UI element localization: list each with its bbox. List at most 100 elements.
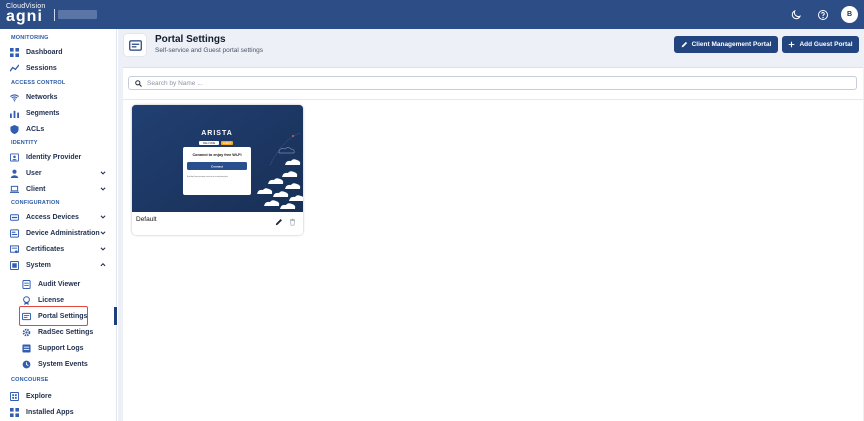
id-card-icon — [10, 152, 19, 162]
sidebar-item-label: Certificates — [26, 245, 65, 253]
sidebar-item-acls[interactable]: ACLs — [10, 122, 106, 136]
pencil-icon — [681, 41, 687, 48]
org-name-redacted[interactable] — [58, 10, 97, 19]
plus-icon — [789, 41, 795, 48]
dashboard-icon — [10, 47, 19, 57]
access-device-icon — [10, 213, 19, 222]
sidebar-item-label: Client — [26, 185, 46, 193]
sidebar-item-label: User — [26, 169, 42, 177]
sidebar-item-license[interactable]: License — [22, 293, 106, 307]
sidebar-item-system[interactable]: System — [10, 258, 106, 272]
sidebar-item-label: Explore — [26, 392, 52, 400]
license-icon — [22, 295, 31, 305]
preview-connect-button: Connect — [211, 164, 223, 168]
sidebar-item-audit-viewer[interactable]: Audit Viewer — [22, 277, 106, 291]
chevron-down-icon — [100, 215, 106, 219]
moon-icon[interactable] — [790, 9, 802, 21]
sidebar-item-label: Dashboard — [26, 48, 63, 56]
sidebar-item-system-events[interactable]: System Events — [22, 357, 106, 371]
preview-badge: GUEST — [223, 142, 232, 145]
sidebar-item-identity-provider[interactable]: Identity Provider — [10, 150, 106, 164]
client-management-portal-button[interactable]: Client Management Portal — [674, 36, 778, 53]
sidebar-item-segments[interactable]: Segments — [10, 106, 106, 120]
sidebar-item-label: System Events — [38, 360, 88, 368]
sidebar-item-certificates[interactable]: Certificates — [10, 242, 106, 256]
search-icon — [135, 79, 142, 87]
system-icon — [10, 260, 19, 270]
section-label-identity: IDENTITY — [11, 140, 38, 146]
preview-logo: ARISTA — [201, 130, 233, 137]
user-avatar[interactable]: B — [841, 6, 858, 23]
chevron-down-icon — [100, 247, 106, 251]
certificate-icon — [10, 244, 19, 254]
trash-icon[interactable] — [289, 218, 296, 226]
sidebar-item-label: Segments — [26, 109, 60, 117]
portal-card-name: Default — [136, 216, 157, 223]
page-title: Portal Settings — [155, 34, 226, 45]
sidebar-item-label: System — [26, 261, 51, 269]
sidebar-item-label: Installed Apps — [26, 408, 74, 416]
gear-icon — [22, 328, 31, 337]
divider — [123, 99, 863, 100]
chevron-down-icon — [100, 171, 106, 175]
user-icon — [10, 169, 19, 178]
search-input[interactable] — [147, 79, 827, 87]
sidebar-item-support-logs[interactable]: Support Logs — [22, 341, 106, 355]
sidebar-item-label: Device Administration — [26, 229, 100, 237]
section-label-configuration: CONFIGURATION — [11, 200, 60, 206]
section-label-monitoring: MONITORING — [11, 35, 49, 41]
sidebar-item-label: Networks — [26, 93, 58, 101]
sidebar-item-device-administration[interactable]: Device Administration — [10, 226, 106, 240]
sidebar-item-label: Audit Viewer — [38, 280, 81, 288]
apps-icon — [10, 407, 19, 417]
sidebar-item-dashboard[interactable]: Dashboard — [10, 45, 106, 59]
preview-heading: Connect to enjoy free Wi-Fi — [192, 153, 241, 157]
sidebar-item-client[interactable]: Client — [10, 182, 106, 196]
sidebar-item-label: Support Logs — [38, 344, 84, 352]
page-subtitle: Self-service and Guest portal settings — [155, 47, 264, 54]
shield-icon — [10, 124, 19, 134]
trend-line-icon — [10, 63, 19, 73]
brand-divider — [54, 9, 55, 21]
add-guest-portal-label: Add Guest Portal — [799, 41, 853, 48]
add-guest-portal-button[interactable]: Add Guest Portal — [782, 36, 859, 53]
section-label-concourse: CONCOURSE — [11, 377, 49, 383]
chevron-down-icon — [100, 187, 106, 191]
segments-icon — [10, 109, 19, 118]
device-admin-icon — [10, 228, 19, 238]
portal-settings-icon — [124, 34, 146, 56]
top-bar: CloudVision agni B — [0, 0, 864, 29]
sidebar: MONITORING Dashboard Sessions ACCESS CON… — [0, 29, 117, 421]
sidebar-item-explore[interactable]: Explore — [10, 389, 106, 403]
active-indicator — [114, 307, 117, 325]
sidebar-item-label: Access Devices — [26, 213, 79, 221]
sidebar-item-radsec-settings[interactable]: RadSec Settings — [22, 325, 106, 339]
preview-tag: WELCOME — [203, 142, 216, 145]
portal-preview-image[interactable]: ARISTA WELCOME GUEST Connect to enjoy fr… — [132, 105, 303, 212]
sidebar-item-label: Sessions — [26, 64, 57, 72]
brand-big-text: agni — [6, 8, 43, 25]
brand-logo[interactable]: CloudVision agni — [6, 3, 45, 25]
sidebar-item-label: Identity Provider — [26, 153, 82, 161]
section-label-access-control: ACCESS CONTROL — [11, 80, 66, 86]
sidebar-item-user[interactable]: User — [10, 166, 106, 180]
main-content: Portal Settings Self-service and Guest p… — [118, 29, 864, 421]
sidebar-item-installed-apps[interactable]: Installed Apps — [10, 405, 106, 419]
events-icon — [22, 360, 31, 369]
search-box[interactable] — [128, 76, 857, 90]
highlight-box — [19, 306, 88, 326]
portal-card[interactable]: ARISTA WELCOME GUEST Connect to enjoy fr… — [132, 105, 303, 235]
sidebar-item-sessions[interactable]: Sessions — [10, 61, 106, 75]
wifi-icon — [10, 93, 19, 102]
laptop-icon — [10, 185, 19, 194]
portal-list-panel: ARISTA WELCOME GUEST Connect to enjoy fr… — [123, 67, 863, 421]
sidebar-item-label: License — [38, 296, 65, 304]
sidebar-item-label: RadSec Settings — [38, 328, 94, 336]
sidebar-item-access-devices[interactable]: Access Devices — [10, 210, 106, 224]
support-logs-icon — [22, 343, 31, 353]
help-circle-icon[interactable] — [817, 9, 829, 21]
sidebar-item-label: ACLs — [26, 125, 45, 133]
edit-icon[interactable] — [275, 218, 283, 226]
sidebar-item-networks[interactable]: Networks — [10, 90, 106, 104]
chevron-up-icon — [100, 263, 106, 267]
